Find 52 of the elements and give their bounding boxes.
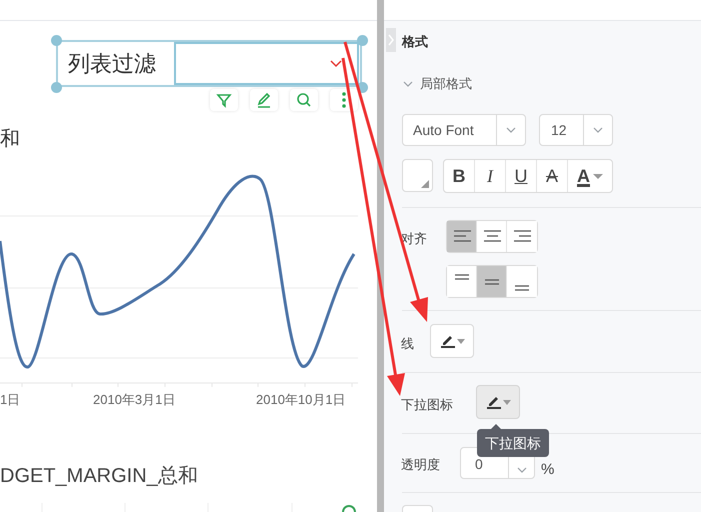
resize-handle[interactable] [357, 35, 368, 46]
axis-label: 2010年10月1日 [256, 391, 346, 409]
section-header[interactable]: 局部格式 [402, 74, 472, 94]
italic-button[interactable]: I [475, 160, 506, 192]
caret-icon [503, 400, 511, 404]
field-label: 透明度 [401, 456, 440, 474]
align-middle-icon [484, 278, 500, 284]
search-button[interactable] [290, 89, 318, 111]
caret-icon [329, 58, 343, 68]
edit-icon [257, 92, 271, 108]
align-right-icon [513, 230, 532, 242]
chevron-icon [387, 33, 395, 47]
more-icon [342, 92, 346, 108]
caret-icon [593, 174, 603, 178]
line-color-button[interactable] [430, 324, 474, 358]
filter-widget[interactable]: 列表过滤 [56, 40, 362, 87]
search-icon [297, 93, 311, 107]
tooltip: 下拉图标 [477, 429, 549, 457]
panel-title: 格式 [402, 33, 428, 51]
field-label: 下拉图标 [401, 396, 453, 414]
align-middle-button[interactable] [477, 266, 507, 297]
field-label: 线 [401, 335, 414, 353]
axis-label: 2010年3月1日 [93, 391, 176, 409]
font-select[interactable]: Auto Font [402, 114, 526, 146]
splitter[interactable] [377, 0, 384, 512]
align-left-button[interactable] [447, 221, 477, 252]
corner-icon [421, 180, 429, 188]
resize-handle[interactable] [51, 35, 62, 46]
axis-label: 1日 [0, 391, 20, 409]
align-center-icon [482, 230, 502, 242]
align-top-icon [454, 274, 470, 280]
edit-button[interactable] [250, 89, 278, 111]
font-color-button[interactable]: A [568, 160, 612, 192]
unit-label: % [541, 462, 554, 477]
strikethrough-button[interactable]: A [537, 160, 568, 192]
underline-button[interactable]: U [506, 160, 537, 192]
background-color-button[interactable] [402, 159, 433, 192]
filter-label: 列表过滤 [68, 50, 157, 78]
dropdown-icon-color-button[interactable] [476, 385, 520, 419]
chart-title: 和 [0, 129, 20, 149]
color-button[interactable] [402, 505, 433, 512]
bold-button[interactable]: B [444, 160, 475, 192]
filter-icon [216, 94, 232, 108]
align-top-button[interactable] [447, 266, 477, 297]
chart-title: DGET_MARGIN_总和 [0, 464, 198, 489]
caret-icon [457, 338, 465, 344]
align-bottom-icon [514, 284, 530, 290]
align-left-icon [452, 230, 472, 242]
resize-handle[interactable] [51, 82, 62, 93]
dropdown-field[interactable] [174, 42, 359, 85]
filter-button[interactable] [210, 89, 238, 111]
size-select[interactable]: 12 [539, 114, 613, 146]
